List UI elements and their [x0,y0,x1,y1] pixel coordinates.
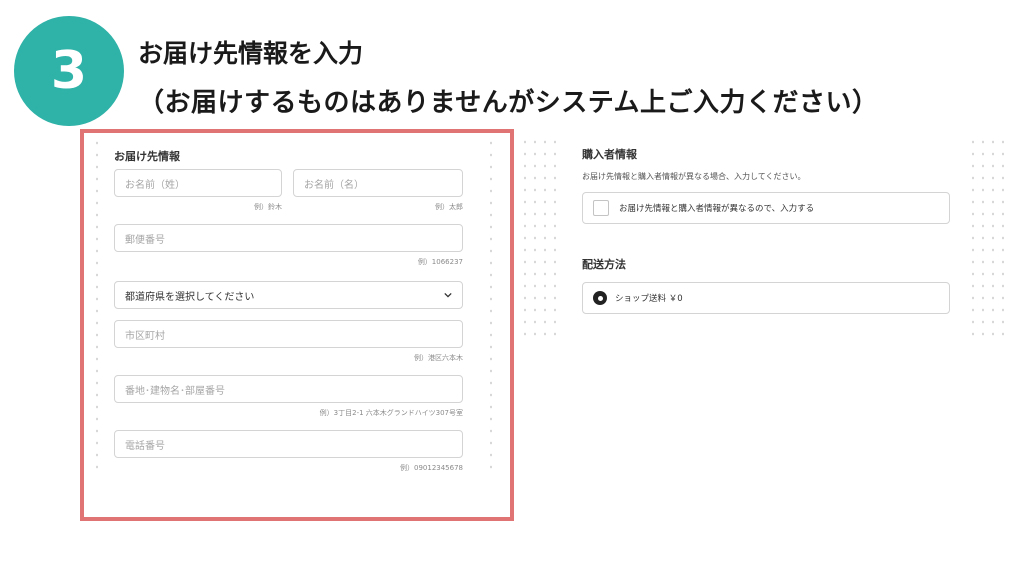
postal-code-input[interactable]: 郵便番号 [114,224,463,252]
background-dot-pattern [486,137,498,477]
delivery-form: お届け先情報 お名前（姓） お名前（名） 例）鈴木 例）太郎 郵便番号 例）10… [98,136,484,480]
first-name-hint: 例）太郎 [435,203,463,211]
postal-code-hint: 例）1066237 [417,258,463,266]
shipping-title: 配送方法 [582,258,626,271]
address-placeholder: 番地･建物名･部屋番号 [125,385,225,397]
shipping-radio-selected[interactable] [593,291,607,305]
phone-placeholder: 電話番号 [125,440,165,452]
shipping-option-row[interactable]: ショップ送料 ￥0 [582,282,950,314]
chevron-down-icon [444,292,452,298]
city-placeholder: 市区町村 [125,330,165,342]
phone-input[interactable]: 電話番号 [114,430,463,458]
purchaser-different-checkbox[interactable] [593,200,609,216]
step-subtitle: （お届けするものはありませんがシステム上ご入力ください） [138,88,879,118]
shipping-option-label: ショップ送料 ￥0 [615,294,683,304]
background-dot-pattern [968,136,1008,336]
first-name-placeholder: お名前（名） [304,179,364,191]
postal-code-placeholder: 郵便番号 [125,234,165,246]
first-name-input[interactable]: お名前（名） [293,169,463,197]
delivery-form-title: お届け先情報 [114,150,180,163]
city-hint: 例）港区六本木 [414,354,463,362]
last-name-input[interactable]: お名前（姓） [114,169,282,197]
step-number: 3 [50,41,88,101]
last-name-placeholder: お名前（姓） [125,179,185,191]
step-title: お届け先情報を入力 [138,39,364,68]
prefecture-value: 都道府県を選択してください [125,291,255,303]
phone-hint: 例）09012345678 [400,464,463,472]
last-name-hint: 例）鈴木 [254,203,282,211]
purchaser-title: 購入者情報 [582,148,637,161]
purchaser-different-label: お届け先情報と購入者情報が異なるので、入力する [619,204,815,214]
address-input[interactable]: 番地･建物名･部屋番号 [114,375,463,403]
prefecture-select[interactable]: 都道府県を選択してください [114,281,463,309]
city-input[interactable]: 市区町村 [114,320,463,348]
address-hint: 例）3丁目2-1 六本木グランドハイツ307号室 [319,409,463,417]
step-number-badge: 3 [14,16,124,126]
purchaser-description: お届け先情報と購入者情報が異なる場合、入力してください。 [582,172,806,181]
purchaser-different-checkbox-row[interactable]: お届け先情報と購入者情報が異なるので、入力する [582,192,950,224]
background-dot-pattern [520,136,560,336]
